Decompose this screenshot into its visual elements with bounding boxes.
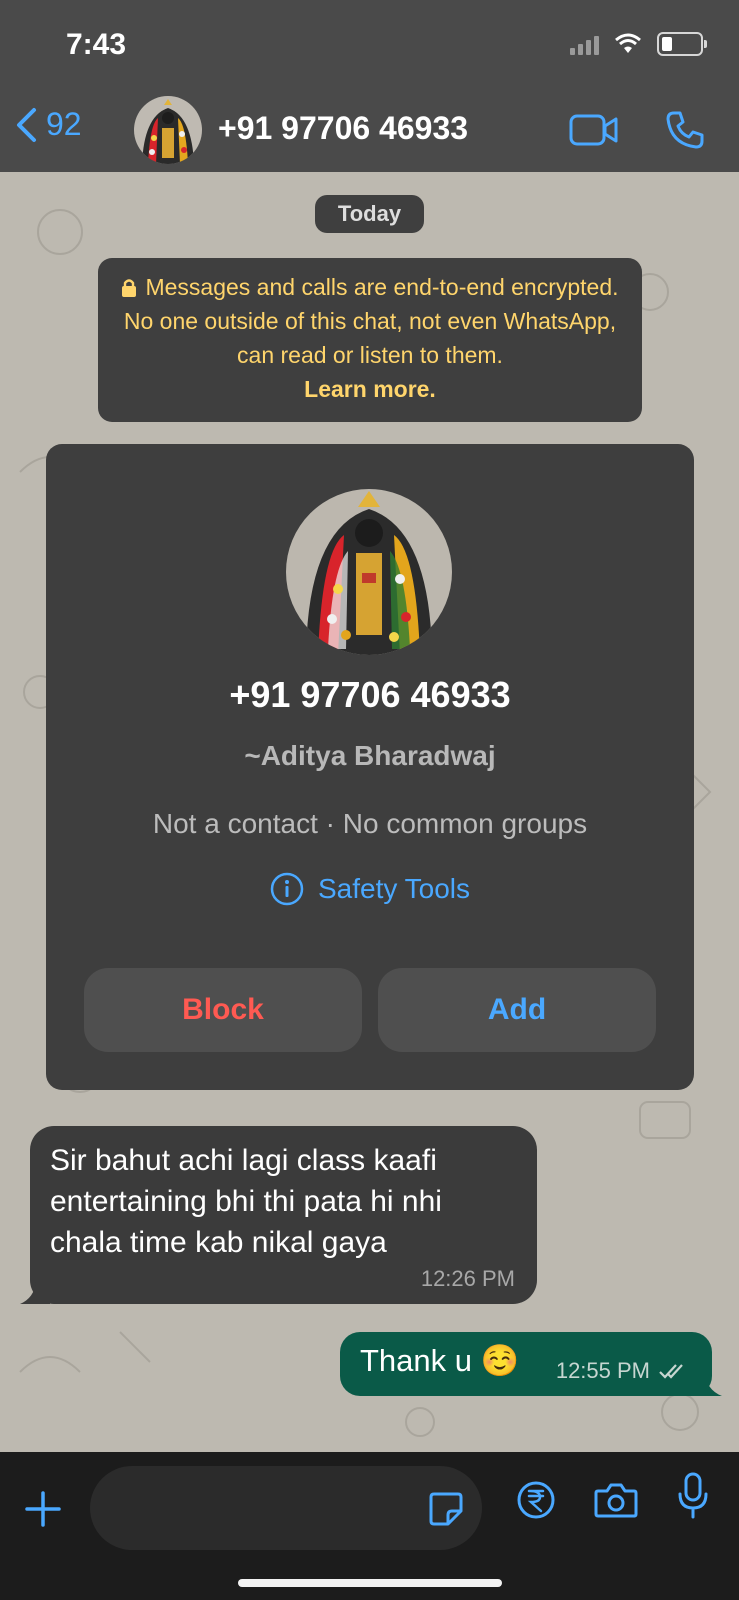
lock-icon (122, 279, 137, 297)
contact-avatar[interactable] (134, 96, 202, 164)
date-separator: Today (315, 195, 424, 233)
rupee-icon[interactable] (516, 1480, 556, 1520)
outgoing-message[interactable]: Thank u ☺️ 12:55 PM (340, 1332, 712, 1396)
battery-icon (657, 32, 707, 56)
outgoing-bubble-tail (692, 1370, 722, 1396)
chat-title[interactable]: +91 97706 46933 (218, 110, 468, 147)
safety-tools-link[interactable]: Safety Tools (46, 872, 694, 906)
double-check-icon (659, 1364, 683, 1379)
header-actions (569, 110, 705, 150)
mic-icon[interactable] (676, 1472, 710, 1520)
message-meta: 12:55 PM (556, 1358, 686, 1384)
wifi-icon (615, 33, 641, 53)
contact-phone: +91 97706 46933 (229, 674, 511, 715)
plus-icon[interactable] (24, 1490, 62, 1528)
chat-area[interactable]: Today Messages and calls are end-to-end … (0, 172, 739, 1452)
incoming-bubble-tail (20, 1282, 50, 1304)
incoming-message[interactable]: Sir bahut achi lagi class kaafi entertai… (30, 1126, 537, 1304)
video-call-icon[interactable] (569, 113, 619, 147)
message-time: 12:55 PM (555, 1358, 650, 1383)
unread-count: 92 (46, 106, 82, 142)
status-icons (570, 32, 707, 56)
message-time: 12:26 PM (420, 1266, 515, 1291)
whatsapp-chat-screen: 7:43 92 +91 97706 46933 Today Messages a… (0, 0, 739, 1600)
status-time: 7:43 (66, 28, 127, 61)
back-chevron-icon (17, 107, 36, 142)
add-contact-button[interactable]: Add (378, 968, 656, 1052)
avatar-image (134, 96, 202, 164)
message-composer (0, 1452, 739, 1600)
profile-image (286, 489, 452, 655)
phone-icon[interactable] (665, 110, 705, 150)
message-text: Thank u ☺️ (360, 1343, 520, 1378)
message-input[interactable] (90, 1466, 482, 1550)
encryption-notice[interactable]: Messages and calls are end-to-end encryp… (98, 258, 642, 422)
home-indicator (238, 1579, 502, 1587)
learn-more-link[interactable]: Learn more. (304, 376, 436, 402)
encryption-text: Messages and calls are end-to-end encryp… (123, 274, 619, 368)
unknown-contact-card: +91 97706 46933 ~Aditya Bharadwaj Not a … (46, 444, 694, 1090)
block-button[interactable]: Block (84, 968, 362, 1052)
camera-icon[interactable] (594, 1482, 638, 1518)
top-bar: 7:43 92 +91 97706 46933 (0, 0, 739, 172)
info-icon (270, 872, 304, 906)
contact-pushname: ~Aditya Bharadwaj (244, 740, 496, 771)
profile-photo[interactable] (286, 489, 452, 655)
cellular-signal-icon (570, 33, 599, 55)
chat-header: 92 +91 97706 46933 (0, 92, 739, 172)
sticker-icon[interactable] (428, 1491, 464, 1527)
message-text: Sir bahut achi lagi class kaafi entertai… (50, 1144, 442, 1259)
safety-tools-label: Safety Tools (317, 873, 471, 904)
back-button[interactable]: 92 (14, 106, 82, 143)
contact-meta: Not a contact · No common groups (152, 808, 588, 839)
